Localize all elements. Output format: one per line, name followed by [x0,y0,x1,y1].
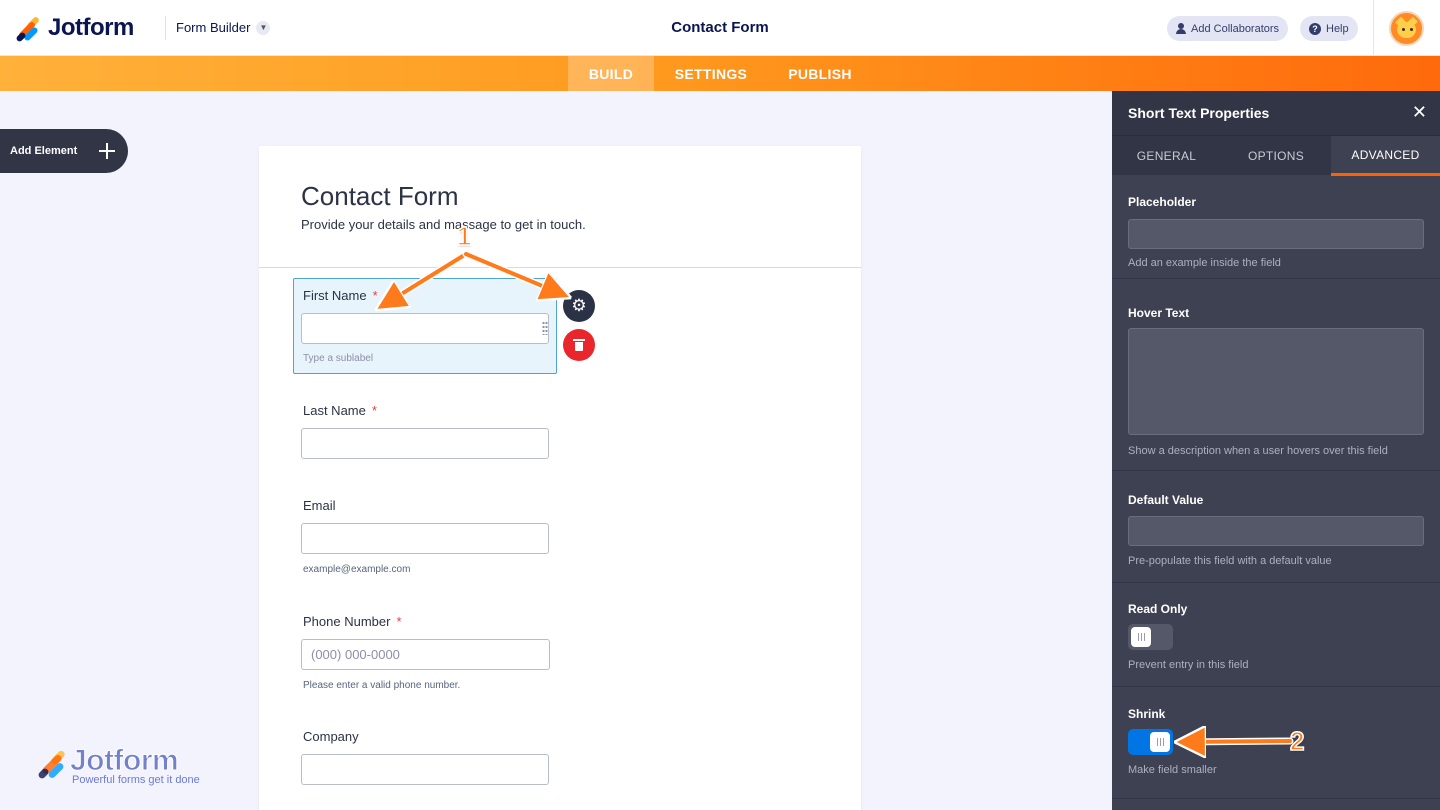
field-label-first-name[interactable]: First Name * [303,288,378,303]
company-input[interactable] [301,754,549,785]
first-name-sublabel[interactable]: Type a sublabel [303,353,373,364]
form-card: Contact Form Provide your details and ma… [259,146,861,810]
close-icon[interactable]: ✕ [1412,102,1427,123]
hover-text-section: Hover Text Show a description when a use… [1112,279,1440,471]
jotform-logo[interactable]: Jotform [15,14,134,43]
add-element-button[interactable]: Add Element [0,129,128,173]
field-label-text: Last Name [303,403,366,418]
placeholder-input[interactable] [1128,219,1424,249]
header-divider-line [259,267,861,268]
read-only-label: Read Only [1128,602,1188,616]
gear-icon: ⚙ [571,296,587,315]
field-label-phone[interactable]: Phone Number * [303,614,402,629]
phone-input[interactable]: (000) 000-0000 [301,639,550,670]
default-value-hint: Pre-populate this field with a default v… [1128,555,1332,567]
email-sublabel: example@example.com [303,564,411,575]
hover-text-textarea[interactable] [1128,328,1424,435]
annotation-marker-2: 2 [1289,725,1305,757]
shrink-hint: Make field smaller [1128,764,1217,776]
form-builder-menu[interactable]: Form Builder ▼ [176,20,271,35]
first-name-input[interactable] [301,313,549,344]
shrink-toggle[interactable] [1128,729,1173,755]
field-label-last-name[interactable]: Last Name * [303,403,377,418]
annotation-marker-1: 1 [456,220,472,252]
question-icon: ? [1309,22,1321,35]
tab-general[interactable]: GENERAL [1112,136,1221,176]
field-label-text: First Name [303,288,367,303]
phone-sublabel: Please enter a valid phone number. [303,680,461,691]
hover-text-label: Hover Text [1128,306,1190,320]
avatar[interactable] [1389,11,1424,46]
brand-name: Jotform [48,14,134,41]
field-label-text: Phone Number [303,614,391,629]
tab-build[interactable]: BUILD [568,56,654,91]
panel-tabs: GENERAL OPTIONS ADVANCED [1112,135,1440,176]
plus-icon [99,143,115,159]
properties-panel: Short Text Properties ✕ GENERAL OPTIONS … [1112,91,1440,810]
drag-handle-icon[interactable] [542,321,548,335]
placeholder-section: Placeholder Add an example inside the fi… [1112,175,1440,279]
top-header: Jotform Form Builder ▼ Contact Form Add … [0,0,1440,56]
required-asterisk: * [372,288,378,303]
default-value-section: Default Value Pre-populate this field wi… [1112,471,1440,583]
tab-advanced[interactable]: ADVANCED [1331,136,1440,176]
trash-icon [573,339,585,351]
tab-options[interactable]: OPTIONS [1221,136,1331,176]
required-asterisk: * [396,614,402,629]
hover-text-hint: Show a description when a user hovers ov… [1128,445,1388,457]
default-value-label: Default Value [1128,493,1204,507]
builder-nav: BUILD SETTINGS PUBLISH [0,56,1440,91]
shrink-label: Shrink [1128,707,1166,721]
read-only-toggle[interactable] [1128,624,1173,650]
panel-title: Short Text Properties [1128,105,1270,121]
add-element-label: Add Element [10,145,78,157]
last-name-input[interactable] [301,428,549,459]
field-properties-button[interactable]: ⚙ [563,290,595,322]
add-collaborators-label: Add Collaborators [1191,22,1280,35]
watermark-brand: Jotform [69,744,179,778]
form-builder-label: Form Builder [176,20,251,35]
header-divider [165,16,166,40]
chevron-down-icon: ▼ [256,20,271,35]
default-value-input[interactable] [1128,516,1424,546]
field-label-email[interactable]: Email [303,498,336,513]
person-icon [1176,23,1186,34]
selected-field-first-name[interactable]: First Name * Type a sublabel [293,278,557,374]
read-only-hint: Prevent entry in this field [1128,659,1249,671]
help-label: Help [1326,22,1349,35]
delete-field-button[interactable] [563,329,595,361]
watermark-tagline: Powerful forms get it done [72,774,200,786]
placeholder-label: Placeholder [1128,195,1197,209]
required-asterisk: * [371,403,377,418]
header-divider-right [1373,0,1374,56]
tab-publish[interactable]: PUBLISH [776,56,864,91]
field-label-company[interactable]: Company [303,729,359,744]
add-collaborators-button[interactable]: Add Collaborators [1167,16,1289,41]
placeholder-hint: Add an example inside the field [1128,257,1281,269]
toggle-knob [1150,732,1170,752]
shrink-section: Shrink Make field smaller [1112,687,1440,799]
form-subtitle[interactable]: Provide your details and massage to get … [301,217,586,232]
panel-header: Short Text Properties ✕ [1112,91,1440,135]
jotform-logo-icon [15,15,41,43]
read-only-section: Read Only Prevent entry in this field [1112,583,1440,687]
help-button[interactable]: ? Help [1300,16,1358,41]
form-title[interactable]: Contact Form [301,181,459,212]
tab-settings[interactable]: SETTINGS [664,56,758,91]
email-input[interactable] [301,523,549,554]
jotform-watermark-icon [37,748,68,780]
toggle-knob [1131,627,1151,647]
